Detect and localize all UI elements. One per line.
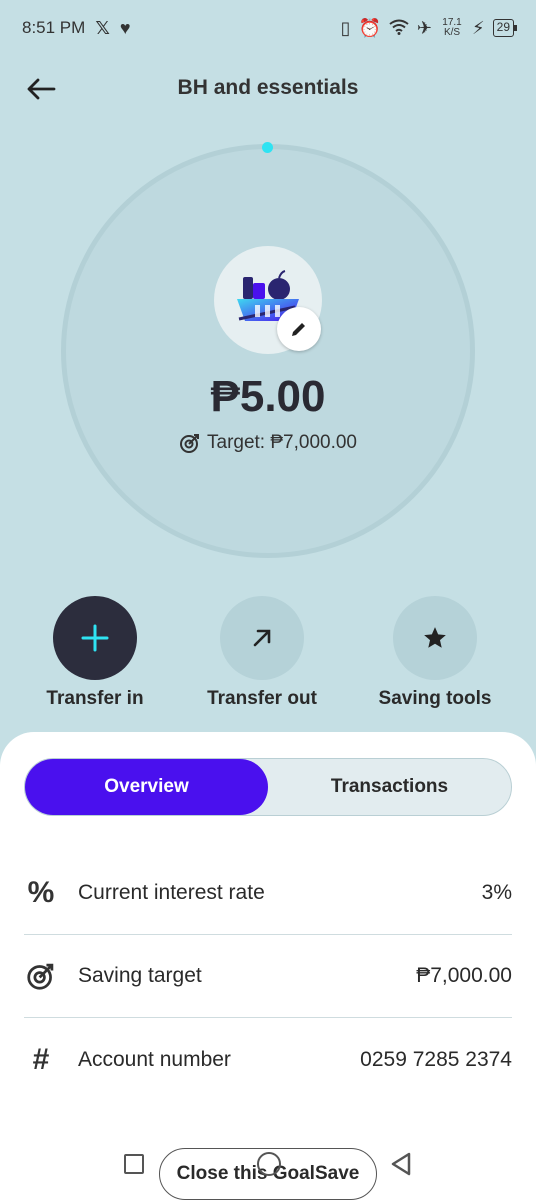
goal-target: Target: ₱7,000.00: [0, 432, 536, 454]
star-icon: [424, 627, 446, 648]
progress-indicator-dot: [262, 142, 273, 153]
saving-target-label: Saving target: [78, 964, 202, 987]
arrow-up-right-icon: [253, 629, 271, 647]
pencil-icon: [292, 323, 305, 336]
saving-tools-label: Saving tools: [378, 688, 492, 709]
header: BH and essentials: [0, 60, 536, 116]
transfer-in-circle[interactable]: [53, 596, 137, 680]
transfer-in-label: Transfer in: [46, 688, 144, 709]
saving-tools-button[interactable]: Saving tools: [355, 596, 515, 710]
heart-icon: ♥: [119, 18, 131, 38]
status-bar: 8:51 PM 𝕏 ♥ ▯ ⏰ ✈ 17.1 K/S ⚡ 29: [0, 0, 536, 56]
transfer-out-label: Transfer out: [207, 688, 317, 709]
vibrate-icon: ▯: [340, 18, 351, 38]
percent-icon: %: [27, 876, 55, 909]
tab-overview[interactable]: Overview: [25, 759, 268, 815]
x-icon: 𝕏: [95, 18, 110, 38]
wifi-icon: [389, 19, 409, 38]
tab-bar: Overview Transactions: [24, 758, 512, 816]
nav-home-button[interactable]: [257, 1152, 281, 1176]
page-title: BH and essentials: [177, 76, 359, 99]
interest-rate-label: Current interest rate: [78, 881, 265, 904]
charging-icon: ⚡: [472, 18, 485, 38]
status-time: 8:51 PM: [22, 18, 86, 37]
hash-icon: #: [32, 1042, 50, 1076]
edit-goal-button[interactable]: [277, 307, 321, 351]
saving-target-row: Saving target ₱7,000.00: [24, 935, 512, 1018]
plus-icon: [81, 624, 109, 652]
back-button[interactable]: [24, 72, 58, 106]
target-icon: [24, 961, 58, 991]
target-icon: [180, 434, 199, 453]
nav-recents-button[interactable]: [124, 1154, 144, 1174]
interest-rate-value: 3%: [481, 881, 512, 904]
account-number-row: # Account number 0259 7285 2374: [24, 1018, 512, 1101]
transfer-out-button[interactable]: Transfer out: [182, 596, 342, 710]
goal-balance: ₱5.00: [210, 372, 326, 421]
target-label: Target: ₱7,000.00: [207, 432, 357, 453]
saving-tools-circle[interactable]: [393, 596, 477, 680]
arrow-left-icon: [27, 78, 56, 100]
transfer-out-circle[interactable]: [220, 596, 304, 680]
account-number-label: Account number: [78, 1047, 231, 1071]
interest-rate-row: % Current interest rate 3%: [24, 852, 512, 935]
network-speed: 17.1 K/S: [442, 17, 462, 38]
saving-target-value: ₱7,000.00: [416, 964, 512, 987]
transfer-in-button[interactable]: Transfer in: [15, 596, 175, 710]
nav-back-icon[interactable]: [390, 1152, 412, 1176]
account-number-value: 0259 7285 2374: [360, 1047, 512, 1071]
battery-indicator: 29: [492, 19, 518, 37]
airplane-icon: ✈: [416, 18, 432, 38]
alarm-icon: ⏰: [358, 18, 381, 38]
tab-transactions[interactable]: Transactions: [268, 759, 511, 815]
